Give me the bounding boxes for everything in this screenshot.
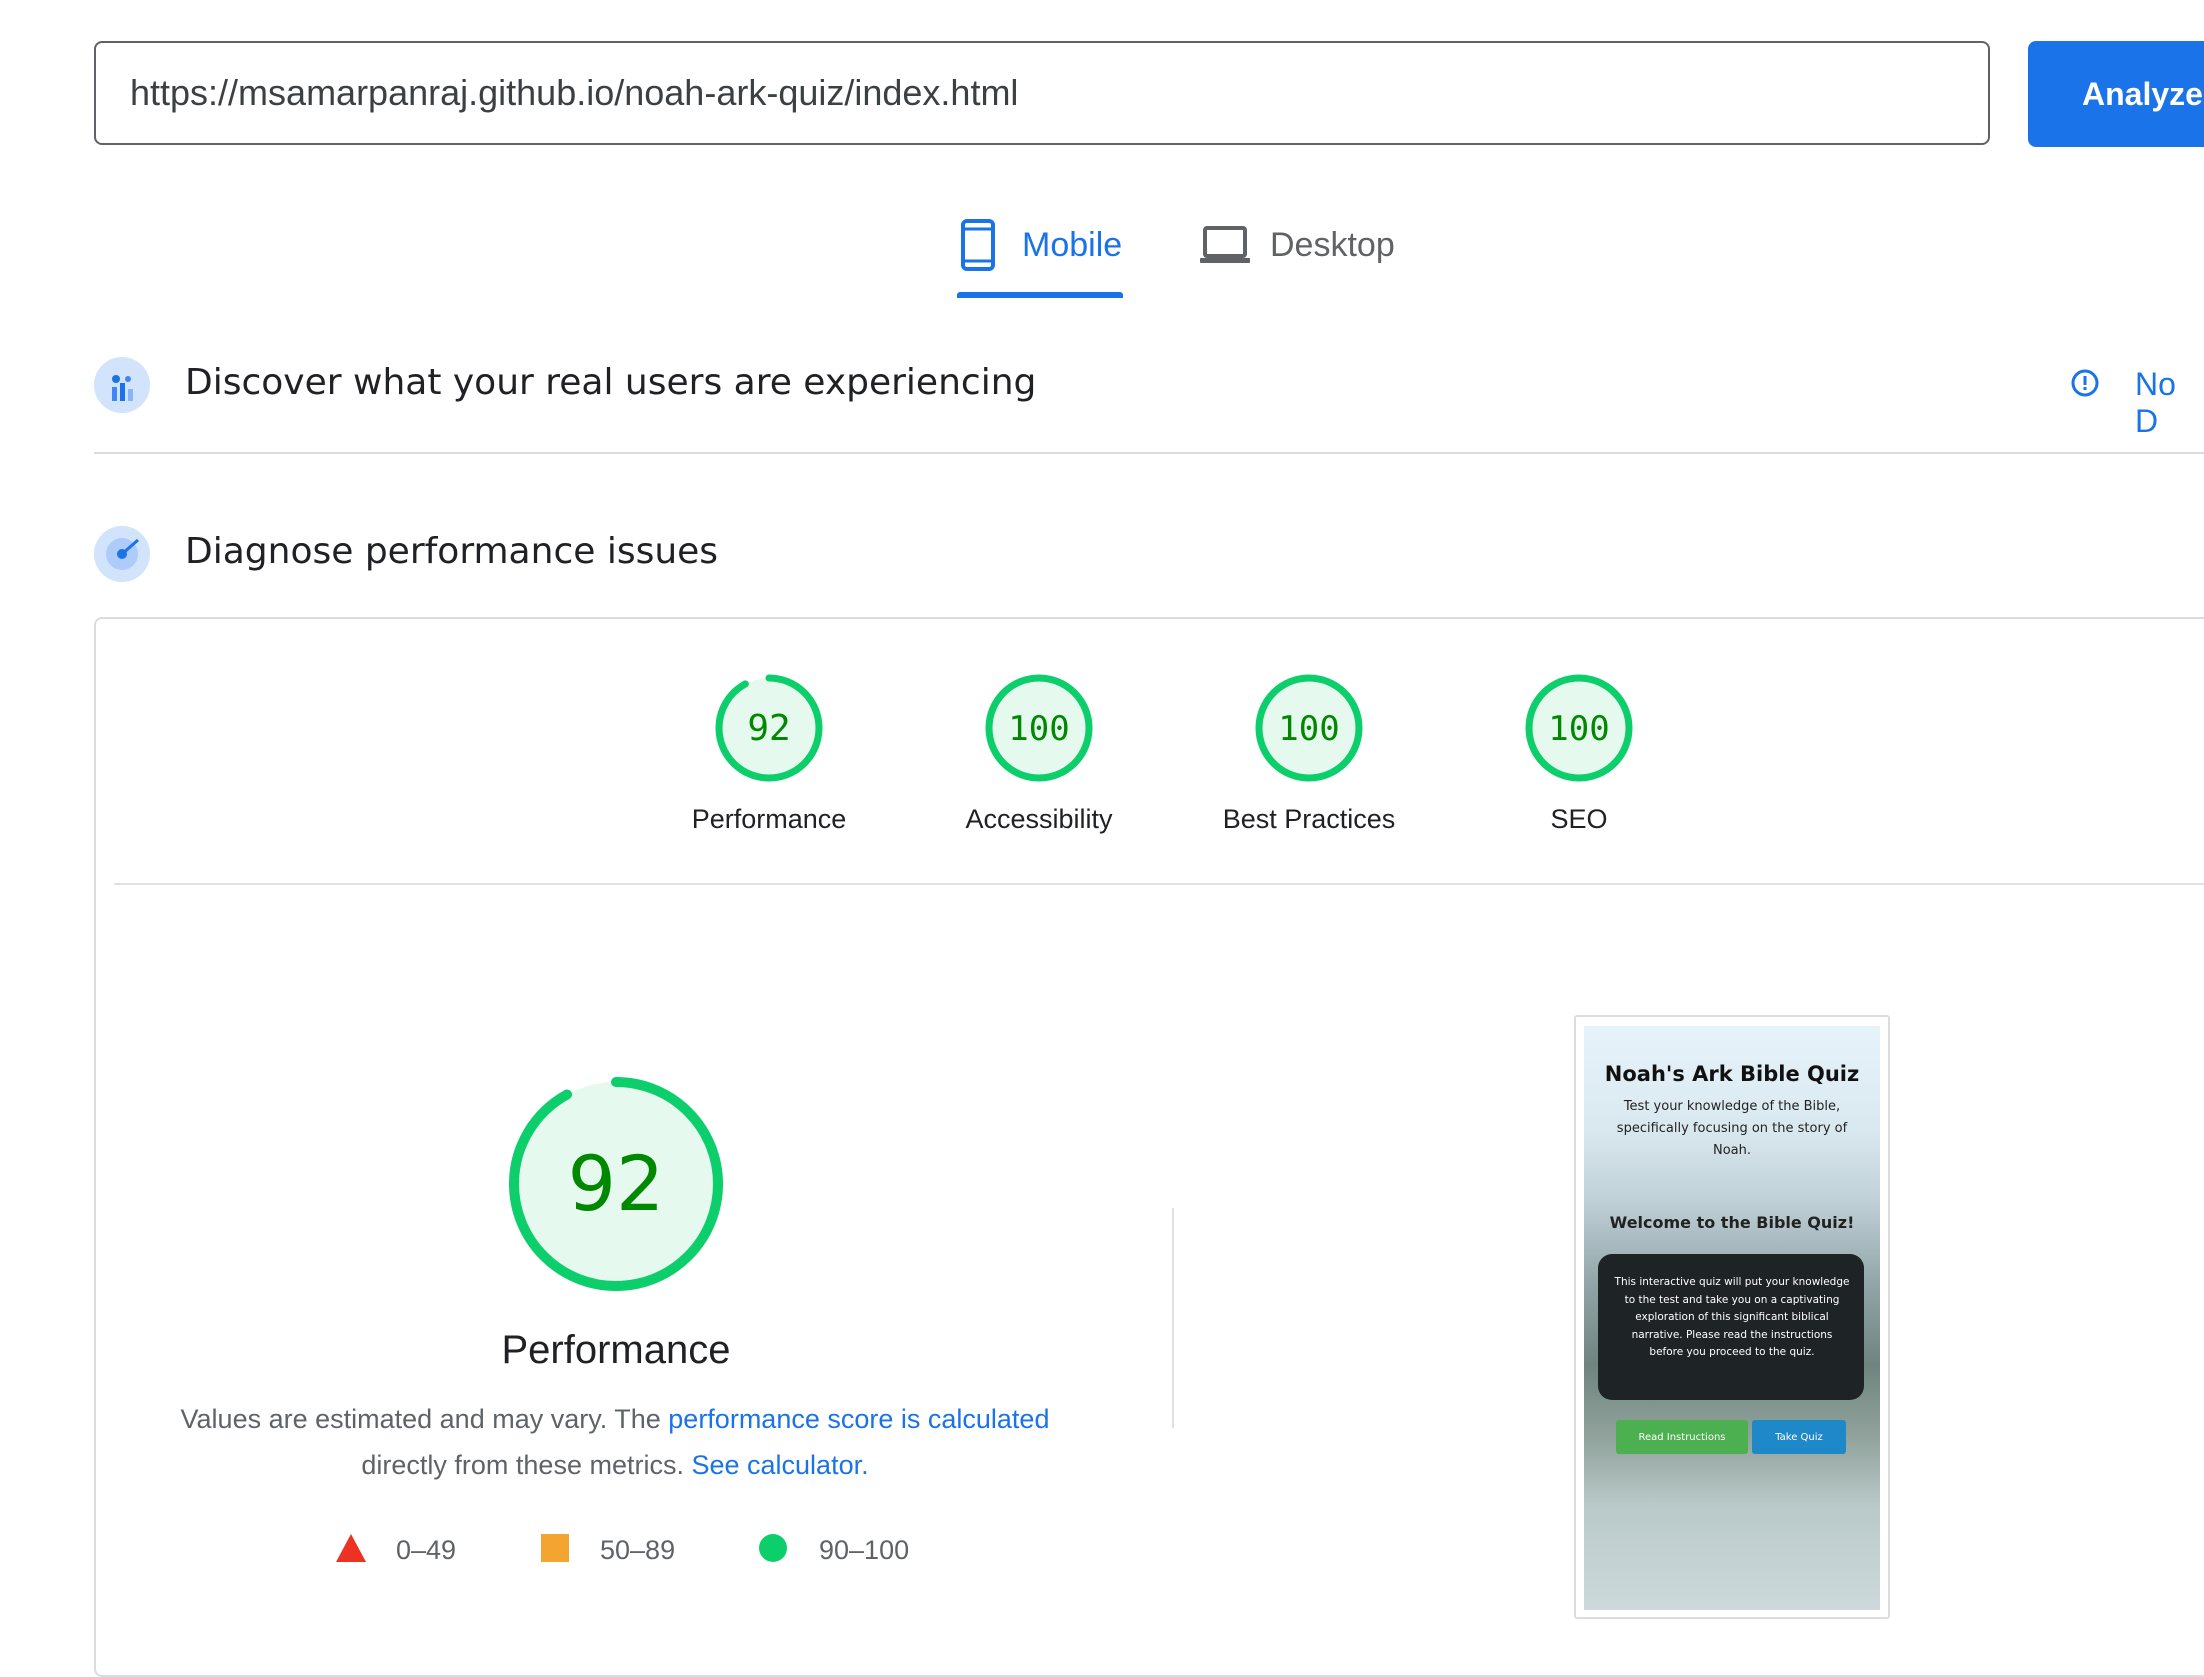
smartphone-icon <box>960 218 996 272</box>
gauge-score: 92 <box>747 708 790 749</box>
tab-mobile-label: Mobile <box>1022 225 1123 264</box>
field-data-title: Discover what your real users are experi… <box>185 362 1037 403</box>
screenshot-title: Noah's Ark Bible Quiz <box>1604 1062 1860 1086</box>
users-chart-icon <box>94 357 150 413</box>
screenshot-welcome: Welcome to the Bible Quiz! <box>1609 1213 1855 1232</box>
legend-fail-icon <box>335 1532 367 1564</box>
gauges-divider <box>114 883 2204 885</box>
page-screenshot[interactable]: Noah's Ark Bible Quiz Test your knowledg… <box>1584 1026 1880 1610</box>
laptop-icon <box>1200 225 1250 265</box>
gauge-score: 100 <box>1008 709 1069 749</box>
gauge-score: 100 <box>1548 709 1609 749</box>
tab-mobile[interactable]: Mobile <box>960 210 1122 280</box>
screenshot-quiz-button: Take Quiz <box>1752 1420 1846 1454</box>
desc-text: Values are estimated and may vary. The <box>180 1404 669 1434</box>
tab-selected-indicator <box>957 292 1123 298</box>
lab-data-title: Diagnose performance issues <box>185 531 719 572</box>
gauge-performance[interactable]: 92 Performance <box>639 672 899 835</box>
see-calculator-link[interactable]: See calculator. <box>691 1450 868 1480</box>
tab-desktop-label: Desktop <box>1270 225 1395 264</box>
gauge-ring: 92 <box>715 674 823 782</box>
gauge-accessibility[interactable]: 100 Accessibility <box>909 672 1169 835</box>
url-input[interactable]: https://msamarpanraj.github.io/noah-ark-… <box>94 41 1990 145</box>
big-gauge-score: 92 <box>568 1139 665 1228</box>
desc-text-2: directly from these metrics. <box>361 1450 684 1480</box>
section-divider <box>94 452 2204 454</box>
screenshot-subtitle: Test your knowledge of the Bible, specif… <box>1616 1099 1848 1158</box>
legend-fail-range: 0–49 <box>396 1535 457 1565</box>
big-gauge-ring: 92 <box>509 1077 723 1291</box>
gauge-ring: 100 <box>1525 674 1633 782</box>
gauge-seo[interactable]: 100 SEO <box>1449 672 1709 835</box>
tab-desktop[interactable]: Desktop <box>1200 210 1395 280</box>
legend-pass-range: 90–100 <box>819 1535 910 1565</box>
legend-average-range: 50–89 <box>600 1535 676 1565</box>
gauge-best-practices[interactable]: 100 Best Practices <box>1179 672 1439 835</box>
performance-heading: Performance <box>501 1328 731 1372</box>
gauge-score: 100 <box>1278 709 1339 749</box>
vertical-divider <box>1172 1208 1174 1428</box>
legend-pass-icon <box>759 1534 787 1562</box>
diagnose-icon <box>94 526 150 582</box>
field-data-status[interactable]: No D <box>2135 366 2204 440</box>
gauge-ring: 100 <box>985 674 1093 782</box>
url-input-value: https://msamarpanraj.github.io/noah-ark-… <box>130 72 1019 113</box>
gauge-label: Performance <box>691 804 847 834</box>
performance-description: Values are estimated and may vary. The p… <box>150 1396 1080 1488</box>
info-icon[interactable] <box>2070 368 2100 398</box>
gauge-ring: 100 <box>1255 674 1363 782</box>
screenshot-instructions-button: Read Instructions <box>1616 1420 1748 1454</box>
gauge-label: Accessibility <box>965 804 1113 834</box>
gauge-label: SEO <box>1550 804 1608 834</box>
performance-big-gauge: 92 <box>506 1074 726 1294</box>
legend-average-icon <box>541 1534 569 1562</box>
analyze-button-label: Analyze <box>2082 75 2203 112</box>
gauge-label: Best Practices <box>1222 804 1396 834</box>
screenshot-intro-text: This interactive quiz will put your know… <box>1614 1276 1850 1358</box>
analyze-button[interactable]: Analyze <box>2028 41 2204 147</box>
score-calculated-link[interactable]: performance score is calculated <box>668 1404 1049 1434</box>
